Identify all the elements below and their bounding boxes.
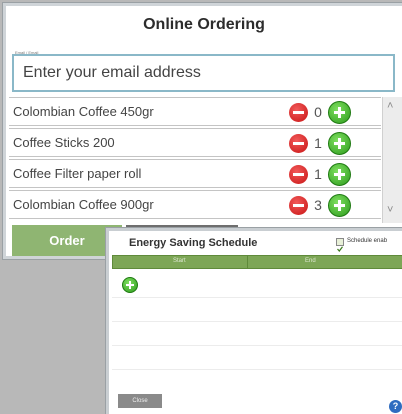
chevron-down-icon[interactable]: ˅ bbox=[387, 205, 393, 216]
row-divider bbox=[112, 369, 402, 370]
product-quantity: 0 bbox=[314, 104, 322, 120]
chevron-up-icon[interactable]: ˄ bbox=[387, 101, 393, 112]
energy-saving-schedule-dialog: Energy Saving Schedule Schedule enab Sta… bbox=[106, 228, 402, 414]
product-name: Coffee Sticks 200 bbox=[13, 135, 115, 150]
column-header-start: Start bbox=[173, 258, 186, 264]
schedule-enabled-label: Schedule enab bbox=[347, 238, 388, 244]
list-item: Colombian Coffee 450gr 0 bbox=[9, 97, 381, 126]
dialog-title: Energy Saving Schedule bbox=[129, 237, 258, 249]
checkmark-icon bbox=[337, 246, 343, 252]
plus-circle-icon[interactable] bbox=[328, 163, 351, 186]
close-button[interactable]: Close bbox=[118, 394, 162, 408]
online-ordering-panel: Online Ordering Email / Email Colombian … bbox=[3, 3, 402, 259]
page-title: Online Ordering bbox=[143, 16, 265, 33]
schedule-table-header: Start End bbox=[112, 255, 402, 269]
minus-circle-icon[interactable] bbox=[289, 134, 308, 153]
list-item: Colombian Coffee 900gr 3 bbox=[9, 190, 381, 219]
help-icon[interactable]: ? bbox=[389, 400, 402, 413]
plus-circle-icon[interactable] bbox=[328, 132, 351, 155]
minus-circle-icon[interactable] bbox=[289, 103, 308, 122]
product-quantity: 1 bbox=[314, 166, 322, 182]
minus-circle-icon[interactable] bbox=[289, 165, 308, 184]
schedule-enabled-checkbox[interactable] bbox=[336, 238, 344, 252]
list-scrollbar[interactable]: ˄ ˅ bbox=[382, 97, 402, 223]
plus-circle-icon[interactable] bbox=[122, 277, 138, 293]
minus-circle-icon[interactable] bbox=[289, 196, 308, 215]
email-field[interactable] bbox=[12, 54, 395, 92]
list-item: Coffee Filter paper roll 1 bbox=[9, 159, 381, 188]
product-list: Colombian Coffee 450gr 0 Coffee Sticks 2… bbox=[9, 97, 381, 223]
product-quantity: 1 bbox=[314, 135, 322, 151]
product-name: Colombian Coffee 900gr bbox=[13, 197, 154, 212]
row-divider bbox=[112, 321, 402, 322]
plus-circle-icon[interactable] bbox=[328, 194, 351, 217]
list-item: Coffee Sticks 200 1 bbox=[9, 128, 381, 157]
product-name: Coffee Filter paper roll bbox=[13, 166, 142, 181]
product-name: Colombian Coffee 450gr bbox=[13, 104, 154, 119]
row-divider bbox=[112, 345, 402, 346]
row-divider bbox=[112, 297, 402, 298]
column-divider bbox=[247, 256, 248, 268]
column-header-end: End bbox=[305, 258, 316, 264]
plus-circle-icon[interactable] bbox=[328, 101, 351, 124]
product-quantity: 3 bbox=[314, 197, 322, 213]
